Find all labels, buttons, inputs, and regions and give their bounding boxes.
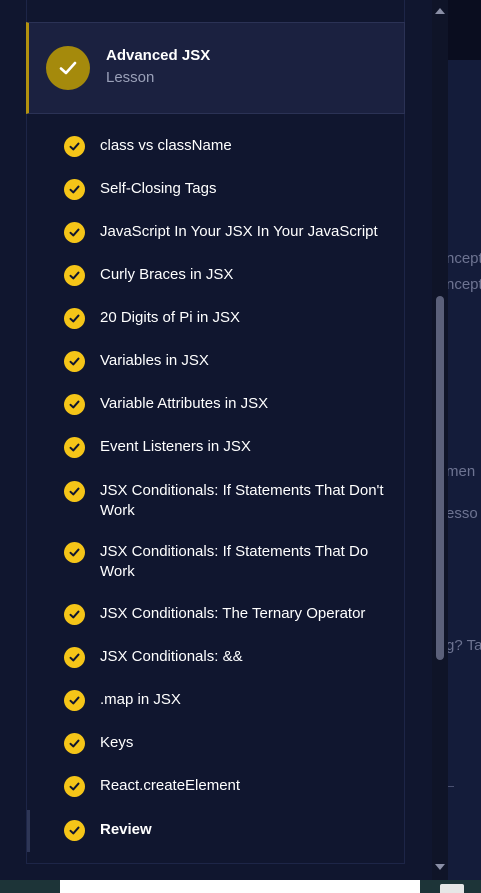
lesson-complete-badge — [46, 46, 90, 90]
lesson-navigator-sidebar: Advanced JSX Lesson class vs className Se… — [0, 0, 432, 893]
exercise-label: class vs className — [100, 137, 232, 154]
exercise-label: Variable Attributes in JSX — [100, 395, 269, 412]
exercise-label: Self-Closing Tags — [100, 180, 217, 197]
exercise-label: .map in JSX — [100, 691, 181, 708]
background-text-fragment: men — [446, 463, 476, 480]
exercise-label: JSX Conditionals: && — [100, 648, 243, 665]
exercise-label: React.createElement — [100, 777, 241, 794]
check-circle-icon — [64, 179, 85, 200]
check-circle-icon — [64, 222, 85, 243]
taskbar-search-field[interactable] — [60, 880, 420, 893]
check-circle-icon — [64, 690, 85, 711]
exercise-label: JSX Conditionals: If Statements That Do … — [100, 543, 369, 580]
exercise-label: Variables in JSX — [100, 352, 209, 369]
check-circle-icon — [64, 308, 85, 329]
check-icon — [59, 61, 77, 75]
check-circle-icon — [64, 647, 85, 668]
exercise-label: Curly Braces in JSX — [100, 266, 234, 283]
exercise-label: Review — [100, 821, 152, 838]
lesson-title: Advanced JSX — [106, 47, 211, 64]
check-circle-icon — [64, 604, 85, 625]
exercise-label: Event Listeners in JSX — [100, 438, 251, 455]
exercise-label: Keys — [100, 734, 134, 751]
exercise-label: JSX Conditionals: The Ternary Operator — [100, 605, 366, 622]
check-circle-icon — [64, 265, 85, 286]
check-circle-icon — [64, 733, 85, 754]
active-item-indicator — [27, 810, 30, 852]
background-text-fragment: ncept — [446, 250, 481, 267]
check-circle-icon — [64, 481, 85, 502]
background-text-fragment: esso — [446, 505, 478, 522]
check-circle-icon — [64, 820, 85, 841]
exercise-label: 20 Digits of Pi in JSX — [100, 309, 241, 326]
sidebar-scrollbar[interactable] — [432, 0, 448, 880]
check-circle-icon — [64, 437, 85, 458]
check-circle-icon — [64, 394, 85, 415]
exercise-label: JSX Conditionals: If Statements That Don… — [100, 482, 384, 519]
scroll-down-arrow-icon[interactable] — [435, 864, 445, 870]
check-circle-icon — [64, 136, 85, 157]
scrollbar-thumb[interactable] — [436, 296, 444, 660]
lesson-type-label: Lesson — [106, 69, 155, 86]
scroll-up-arrow-icon[interactable] — [435, 8, 445, 14]
background-text-fragment: g? Ta — [446, 637, 481, 654]
check-circle-icon — [64, 776, 85, 797]
check-circle-icon — [64, 542, 85, 563]
lesson-header-card[interactable]: Advanced JSX Lesson — [26, 22, 405, 114]
check-circle-icon — [64, 351, 85, 372]
exercise-label: JavaScript In Your JSX In Your JavaScrip… — [100, 223, 378, 240]
background-text-fragment: ncept — [446, 276, 481, 293]
taskbar-app-icon[interactable] — [440, 884, 464, 893]
